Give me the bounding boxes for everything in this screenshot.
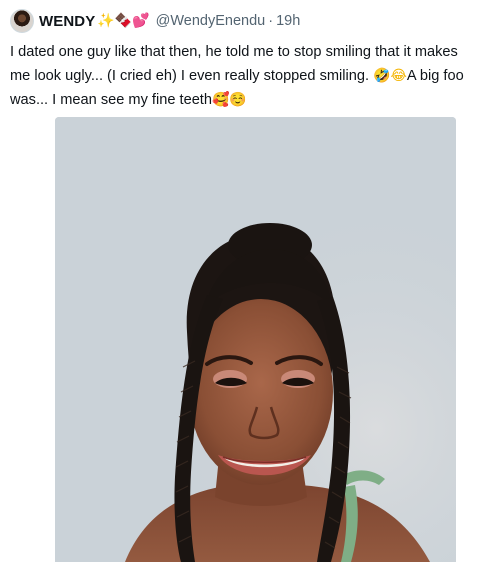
tweet-card[interactable]: WENDY ✨🍫💕 @WendyEnendu · 19h I dated one… bbox=[0, 0, 487, 562]
tweet-photo[interactable] bbox=[55, 117, 456, 562]
tweet-text: I dated one guy like that then, he told … bbox=[10, 40, 487, 112]
separator-dot: · bbox=[268, 13, 274, 29]
tweet-text-line-2-tail: A big foo bbox=[406, 68, 464, 84]
user-handle[interactable]: @WendyEnendu bbox=[156, 13, 266, 29]
tweet-text-line-3: was... I mean see my fine teeth🥰☺️ bbox=[10, 88, 487, 112]
two-hearts-icon: 💕 bbox=[132, 13, 150, 29]
timestamp[interactable]: 19h bbox=[276, 13, 300, 29]
sparkles-icon: ✨ bbox=[97, 13, 115, 29]
chocolate-icon: 🍫 bbox=[114, 13, 133, 29]
tweet-text-line-1: I dated one guy like that then, he told … bbox=[10, 44, 458, 60]
display-name[interactable]: WENDY bbox=[39, 13, 95, 30]
laughing-emoji-icon: 🤣😂 bbox=[373, 68, 407, 84]
selfie-photo-icon bbox=[55, 117, 456, 562]
tweet-header: WENDY ✨🍫💕 @WendyEnendu · 19h bbox=[10, 8, 300, 34]
name-emoji-group: ✨🍫💕 bbox=[97, 13, 149, 29]
tweet-text-line-3-body: was... I mean see my fine teeth bbox=[10, 92, 212, 108]
tweet-text-line-2: me look ugly... (I cried eh) I even real… bbox=[10, 64, 487, 88]
avatar[interactable] bbox=[10, 9, 34, 33]
smiling-hearts-emoji-icon: 🥰☺️ bbox=[211, 92, 247, 108]
tweet-text-line-2-body: me look ugly... (I cried eh) I even real… bbox=[10, 68, 374, 84]
